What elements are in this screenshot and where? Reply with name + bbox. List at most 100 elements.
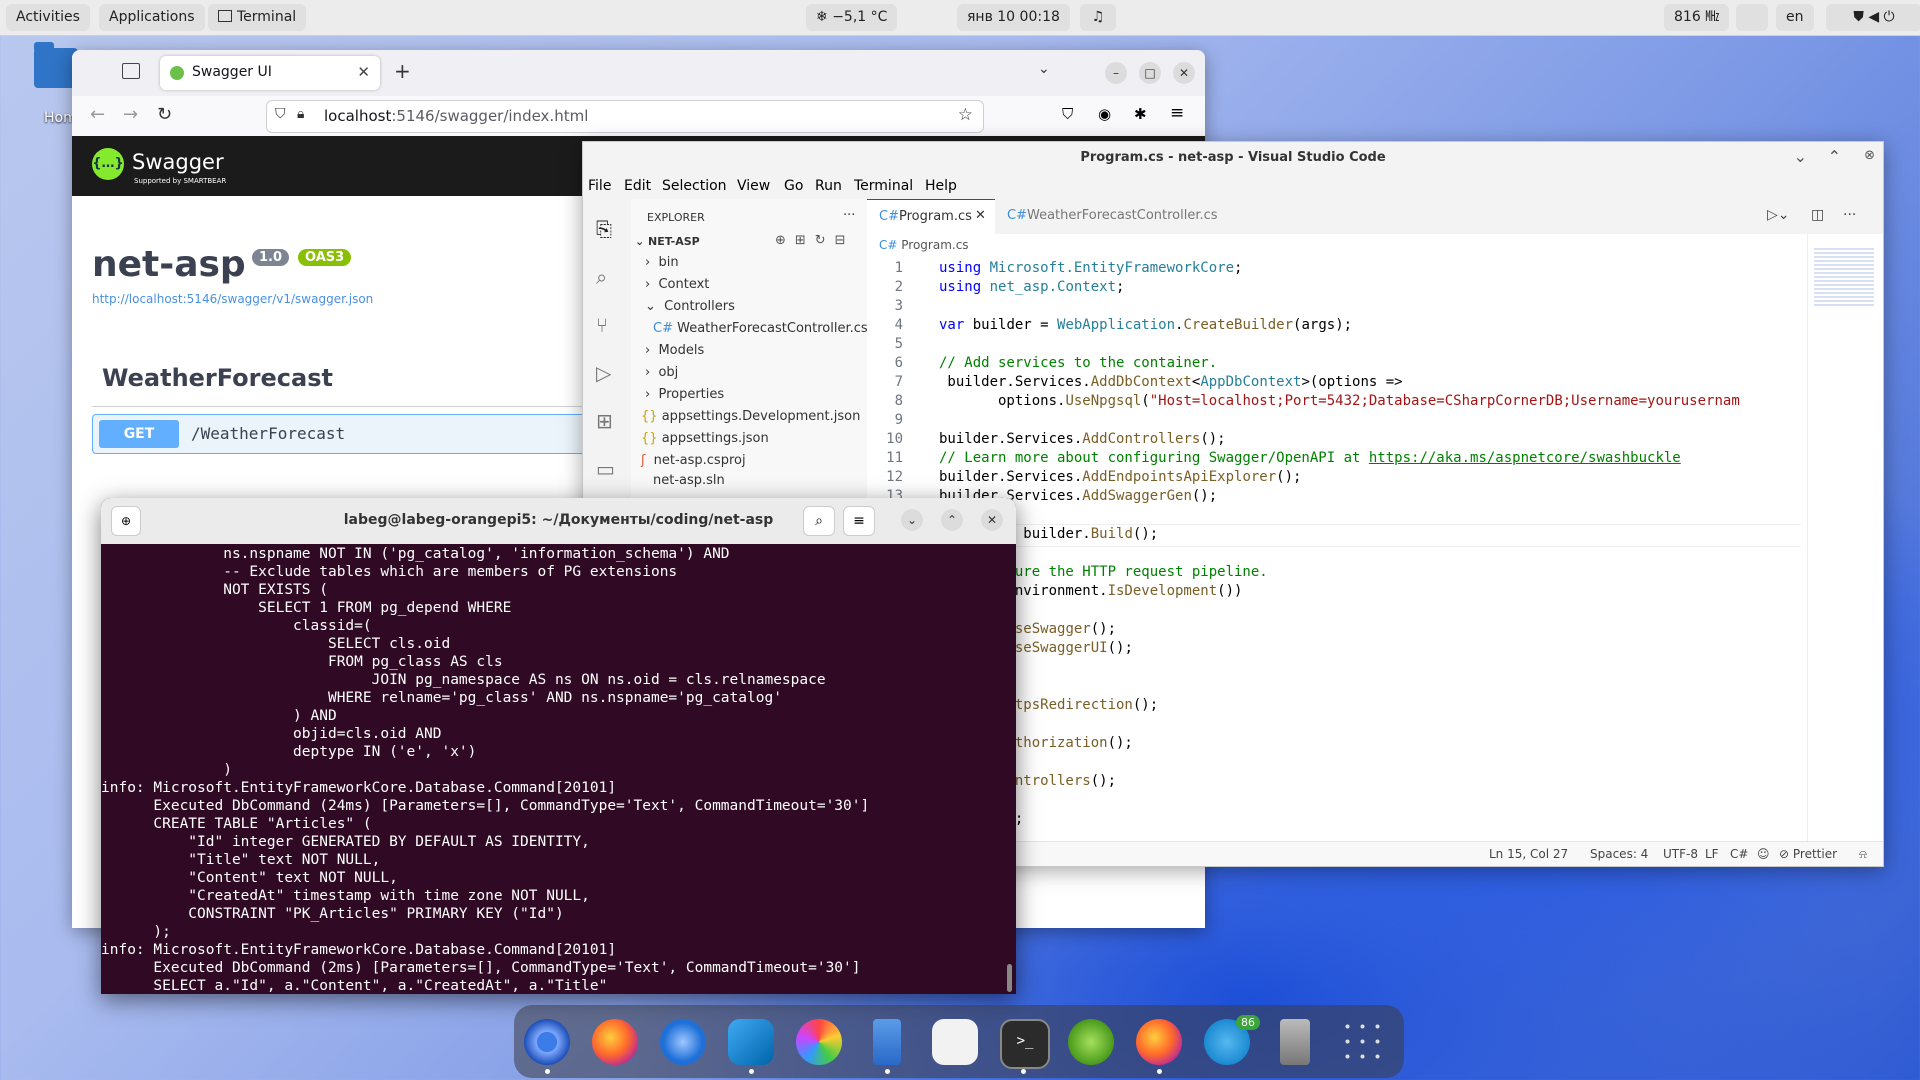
code-editor[interactable]: C# Program.cs 12345678910111213141516171…	[867, 234, 1883, 841]
vscode-menu-bar: File Edit Selection View Go Run Terminal…	[583, 175, 1883, 199]
tree-item-appsettings[interactable]: {} appsettings.json	[641, 431, 769, 446]
menu-terminal[interactable]: Terminal	[854, 178, 913, 194]
weather-indicator[interactable]: ❄ −5,1 °C	[806, 4, 898, 31]
bookmark-star-icon[interactable]: ☆	[958, 105, 973, 125]
menu-edit[interactable]: Edit	[624, 178, 651, 194]
tree-item-appsettings-dev[interactable]: {} appsettings.Development.json	[641, 409, 860, 424]
section-title[interactable]: WeatherForecast	[102, 364, 333, 392]
pocket-icon[interactable]: ⛉	[1062, 105, 1073, 123]
language-mode[interactable]: C#	[1730, 847, 1748, 861]
thunderbird-icon[interactable]	[660, 1019, 706, 1065]
back-icon[interactable]: ←	[90, 104, 105, 125]
tree-item-context[interactable]: › Context	[645, 277, 709, 292]
terminal-menu-icon[interactable]: ≡	[843, 506, 875, 536]
tab-program-cs[interactable]: C# Program.cs ✕	[867, 199, 995, 235]
app-menu-icon[interactable]: ≡	[1170, 103, 1184, 123]
lock-icon[interactable]: 🔒︎	[297, 106, 304, 122]
maximize-icon[interactable]: □	[1139, 62, 1161, 84]
split-editor-icon[interactable]: ◫	[1811, 207, 1824, 223]
cursor-position[interactable]: Ln 15, Col 27	[1489, 847, 1568, 861]
spec-link[interactable]: http://localhost:5146/swagger/v1/swagger…	[92, 292, 373, 306]
terminal-line: info: Microsoft.EntityFrameworkCore.Data…	[101, 942, 617, 958]
tree-item-models[interactable]: › Models	[645, 343, 704, 358]
notification-bell-icon[interactable]: ♫	[1080, 4, 1116, 31]
vscode-icon[interactable]	[728, 1019, 774, 1065]
tray-blank[interactable]	[1736, 4, 1768, 31]
clock[interactable]: янв 10 00:18	[957, 4, 1070, 31]
taskbar-terminal[interactable]: Terminal	[208, 4, 307, 31]
trash-icon[interactable]	[1280, 1019, 1310, 1065]
explorer-icon[interactable]: ⎘	[596, 217, 612, 241]
files-icon[interactable]	[873, 1019, 901, 1065]
menu-selection[interactable]: Selection	[662, 178, 727, 194]
url-bar[interactable]: ⛉ 🔒︎ localhost:5146/swagger/index.html ☆	[266, 100, 984, 133]
terminal-close-icon[interactable]: ✕	[981, 509, 1003, 531]
menu-view[interactable]: View	[737, 178, 770, 194]
tree-item-obj[interactable]: › obj	[645, 365, 678, 380]
new-tab-icon[interactable]: +	[394, 59, 411, 83]
firefox-dev-icon[interactable]	[1136, 1019, 1182, 1065]
minimize-icon[interactable]: –	[1105, 62, 1127, 84]
breadcrumb[interactable]: C# Program.cs	[879, 238, 969, 252]
close-tab-icon[interactable]: ✕	[975, 208, 986, 223]
terminal-dock-icon[interactable]: >_	[1000, 1019, 1050, 1069]
terminal-search-icon[interactable]: ⌕	[803, 506, 835, 536]
menu-help[interactable]: Help	[925, 178, 957, 194]
tree-item-sln[interactable]: net-asp.sln	[653, 473, 725, 488]
vscode-close-icon[interactable]: ⊗	[1864, 148, 1875, 163]
forward-icon[interactable]: →	[123, 104, 138, 125]
terminal-minimize-icon[interactable]: ⌄	[901, 509, 923, 531]
list-tabs-chevron-icon[interactable]: ⌄	[1038, 61, 1050, 77]
terminal-output[interactable]: ns.nspname NOT IN ('pg_catalog', 'inform…	[101, 544, 1016, 994]
color-picker-icon[interactable]	[796, 1019, 842, 1065]
activities-button[interactable]: Activities	[6, 4, 90, 31]
close-window-icon[interactable]: ✕	[1173, 62, 1195, 84]
project-header[interactable]: ⌄ NET-ASP	[635, 235, 700, 248]
notifications-bell-icon[interactable]: ⍾	[1859, 847, 1867, 862]
system-menu[interactable]: ⛊ ◀ ⏻	[1826, 4, 1920, 31]
run-debug-icon[interactable]: ▷	[596, 361, 611, 385]
tree-item-weatherforecastcontroller[interactable]: C# WeatherForecastController.cs	[653, 321, 868, 336]
applications-menu[interactable]: Applications	[99, 4, 205, 31]
terminal-maximize-icon[interactable]: ⌃	[941, 509, 963, 531]
tab-overview-icon[interactable]	[122, 63, 140, 79]
chromium-icon[interactable]	[524, 1019, 570, 1065]
indentation[interactable]: Spaces: 4	[1590, 847, 1648, 861]
terminal-scrollbar[interactable]	[1007, 964, 1012, 992]
account-icon[interactable]: ◉	[1098, 105, 1111, 123]
firefox-icon[interactable]	[592, 1019, 638, 1065]
shield-icon[interactable]: ⛉	[275, 106, 286, 122]
tab-swagger-ui[interactable]: Swagger UI ✕	[160, 56, 380, 90]
minimap[interactable]	[1807, 234, 1883, 841]
tree-item-csproj[interactable]: ʃ net-asp.csproj	[641, 453, 746, 468]
reload-icon[interactable]: ↻	[157, 104, 172, 125]
keyboard-layout[interactable]: en	[1776, 4, 1814, 31]
explorer-more-icon[interactable]: ···	[843, 208, 855, 223]
close-tab-icon[interactable]: ✕	[357, 63, 370, 81]
gnome-apps-icon[interactable]	[1068, 1019, 1114, 1065]
search-icon[interactable]: ⌕	[596, 265, 607, 289]
source-control-icon[interactable]: ⑂	[596, 313, 608, 337]
prettier-status[interactable]: ⊘ Prettier	[1779, 847, 1837, 861]
tree-item-properties[interactable]: › Properties	[645, 387, 724, 402]
tab-weatherforecastcontroller[interactable]: C# WeatherForecastController.cs	[995, 199, 1218, 234]
app-store-icon[interactable]	[932, 1019, 978, 1065]
menu-file[interactable]: File	[588, 178, 611, 194]
vscode-minimize-icon[interactable]: ⌄	[1794, 147, 1807, 166]
menu-go[interactable]: Go	[784, 178, 803, 194]
vscode-maximize-icon[interactable]: ⌃	[1828, 147, 1841, 166]
extensions-icon[interactable]: ⊞	[596, 409, 613, 433]
remote-explorer-icon[interactable]: ▭	[596, 457, 615, 481]
run-icon[interactable]: ▷⌄	[1767, 207, 1790, 223]
tree-item-bin[interactable]: › bin	[645, 255, 679, 270]
cpu-frequency[interactable]: 816 ㎒	[1664, 4, 1730, 31]
tree-item-controllers[interactable]: ⌄ Controllers	[645, 299, 735, 314]
show-apps-icon[interactable]	[1340, 1019, 1386, 1065]
explorer-actions[interactable]: ⊕⊞↻⊟	[775, 233, 855, 248]
encoding[interactable]: UTF-8	[1663, 847, 1698, 861]
editor-more-icon[interactable]: ···	[1843, 207, 1856, 223]
feedback-icon[interactable]: ☺	[1757, 847, 1770, 861]
eol[interactable]: LF	[1705, 847, 1719, 861]
extensions-icon[interactable]: ✱	[1134, 105, 1147, 123]
menu-run[interactable]: Run	[815, 178, 842, 194]
